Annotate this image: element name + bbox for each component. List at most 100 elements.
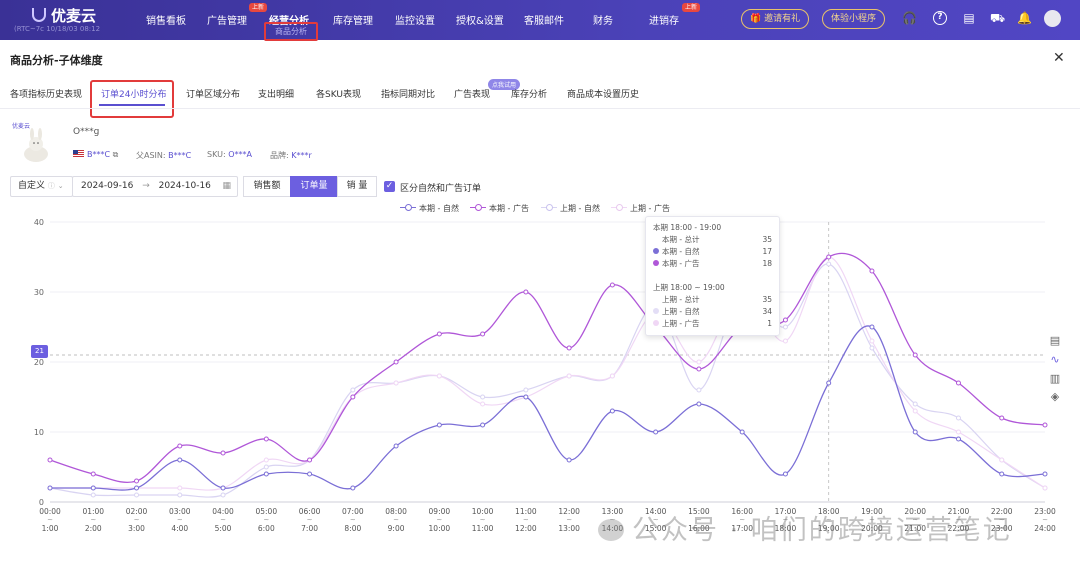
series-line [50,325,1046,491]
document-icon[interactable]: ▤ [1048,334,1062,348]
data-point [912,401,918,407]
metric-orders-button[interactable]: 订单量 [290,176,338,197]
data-point [177,492,183,498]
x-tick-separator: ~ [393,516,399,524]
end-date[interactable]: 2024-10-16 [159,181,211,191]
tab-region-distribution[interactable]: 订单区域分布 [186,87,240,100]
layers-icon[interactable]: ◈ [1048,390,1062,404]
tab-expense-detail[interactable]: 支出明细 [258,87,294,100]
legend-marker [541,204,557,211]
x-tick-label: 00:00 [39,507,61,516]
data-point [782,317,788,323]
help-icon[interactable]: ? [933,11,947,25]
watermark-text: 公众号 · 咱们的跨境运营笔记 [632,515,1012,546]
y-tick-label: 0 [39,498,44,507]
data-point [307,471,313,477]
data-point [393,443,399,449]
bar-chart-icon[interactable]: ▥ [1048,372,1062,386]
split-checkbox[interactable]: ✓ [384,181,395,192]
data-point [955,415,961,421]
tooltip-row: 本期 - 总计 35 [653,234,772,246]
nav-auth-settings[interactable]: 授权&设置 [456,12,504,27]
dot-icon [653,248,659,254]
tooltip-row: 本期 - 自然 17 [653,246,772,258]
data-point [912,352,918,358]
data-point [999,471,1005,477]
nav-finance[interactable]: 财务 [593,12,613,27]
split-label: 区分自然和广告订单 [400,184,482,194]
data-point [177,485,183,491]
wechat-icon [598,519,624,541]
x-tick-label: 08:00 [385,507,407,516]
metric-sales-button[interactable]: 销售额 [243,176,291,197]
nav-sales-dashboard[interactable]: 销售看板 [146,12,186,27]
data-point [263,457,269,463]
x-tick-separator: ~ [47,516,53,524]
data-point [307,457,313,463]
app-logo[interactable]: 优麦云 [32,5,96,26]
invite-button[interactable]: 🎁 邀请有礼 [741,9,810,29]
new-badge: 上新 [249,3,268,12]
miniprogram-button[interactable]: 体验小程序 [822,9,886,29]
close-icon[interactable]: ✕ [1053,50,1065,66]
start-date[interactable]: 2024-09-16 [81,181,133,191]
tab-period-compare[interactable]: 指标同期对比 [381,87,435,100]
data-point [869,324,875,330]
data-point [480,394,486,400]
data-point [826,261,832,267]
data-point [393,380,399,386]
x-tick-separator: ~ [350,516,356,524]
range-mode-select[interactable]: 自定义 ⓘ ⌄ [10,176,73,197]
tooltip-value: 35 [762,295,772,304]
external-link-icon[interactable]: ⧉ [113,150,119,159]
bell-icon[interactable]: 🔔 [1017,11,1032,25]
data-point [869,338,875,344]
tooltip-row: 上期 - 自然 34 [653,306,772,318]
brand-label: 品牌: [270,151,289,160]
x-tick-label-end: 5:00 [215,524,232,533]
x-tick-label-end: 12:00 [515,524,537,533]
cart-icon[interactable]: ⛟ [990,11,1005,25]
x-tick-separator: ~ [134,516,140,524]
highlight-box [90,80,174,118]
tab-inventory-analysis[interactable]: 库存分析 [511,87,547,100]
nav-monitoring[interactable]: 监控设置 [395,12,435,27]
parent-asin-label: 父ASIN: [136,151,166,160]
data-point [1042,471,1048,477]
logo-icon [32,8,46,22]
asin-value: B***C [87,150,111,159]
nav-service-mail[interactable]: 客服邮件 [524,12,564,27]
nav-purchase-sales[interactable]: 进销存 [649,12,679,27]
date-range-picker[interactable]: 2024-09-16 → 2024-10-16 ▦ [72,176,238,197]
x-tick-separator: ~ [263,516,269,524]
data-point [782,471,788,477]
account-selector[interactable]: (RTC~7c 10/18/03 08:12 [14,25,100,33]
headset-icon[interactable]: 🎧 [902,11,917,25]
tooltip-label: 上期 - 广告 [662,319,700,328]
subnav-product-analysis[interactable]: 商品分析 [264,22,318,41]
top-nav: 优麦云 (RTC~7c 10/18/03 08:12 销售看板 广告管理 上新 … [0,0,1080,41]
tab-metric-history[interactable]: 各项指标历史表现 [10,87,82,100]
data-point [869,268,875,274]
parent-asin-value: B***C [168,151,192,160]
tab-ad-performance[interactable]: 广告表现 [454,87,490,100]
data-point [134,478,140,484]
hourly-orders-chart[interactable]: 01020304000:00~1:0001:00~2:0002:00~3:000… [0,212,1080,536]
tooltip-label: 本期 - 总计 [662,235,700,244]
data-point [1042,422,1048,428]
message-icon[interactable]: ▤ [962,11,976,25]
data-point [782,324,788,330]
tab-cost-history[interactable]: 商品成本设置历史 [567,87,639,100]
metric-units-button[interactable]: 销 量 [337,176,377,197]
asin[interactable]: B***C ⧉ [87,150,118,160]
line-chart-icon[interactable]: ∿ [1048,353,1062,367]
data-point [263,464,269,470]
x-tick-label: 12:00 [558,507,580,516]
tab-sku-performance[interactable]: 各SKU表现 [316,87,361,100]
nav-inventory[interactable]: 库存管理 [333,12,373,27]
data-point [912,429,918,435]
data-point [480,331,486,337]
avatar[interactable] [1044,10,1061,27]
product-image [24,128,48,162]
nav-ad-management[interactable]: 广告管理 [207,12,247,27]
